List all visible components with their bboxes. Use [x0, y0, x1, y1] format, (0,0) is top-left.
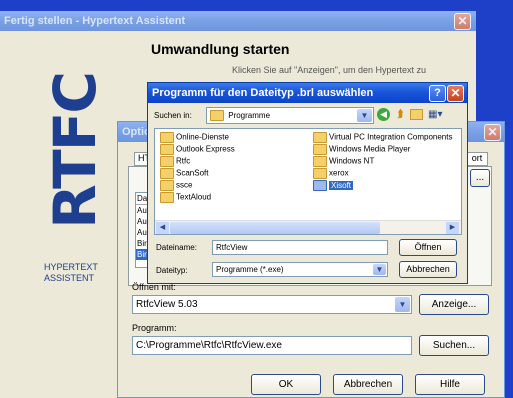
hint-text: Klicken Sie auf "Anzeigen", um den Hyper… — [232, 65, 426, 75]
up-folder-icon[interactable]: ⮭ — [394, 108, 407, 121]
folder-icon — [313, 180, 327, 191]
folder-icon — [313, 168, 327, 179]
folder-icon — [313, 156, 327, 167]
logo-text: RTFC — [41, 73, 109, 229]
list-item[interactable]: Windows NT — [313, 156, 374, 167]
ok-button[interactable]: OK — [251, 374, 321, 395]
list-item[interactable]: xerox — [313, 168, 349, 179]
scroll-right-icon[interactable]: ▶ — [446, 222, 459, 234]
filetype-value: Programme (*.exe) — [216, 265, 284, 274]
chevron-down-icon[interactable]: ▼ — [373, 264, 386, 275]
side-label-1: HYPERTEXT — [44, 262, 98, 272]
list-item[interactable]: ScanSoft — [160, 168, 208, 179]
horizontal-scrollbar[interactable]: ◀ ▶ — [155, 220, 461, 234]
search-button[interactable]: Suchen... — [419, 335, 489, 356]
folder-icon — [313, 132, 327, 143]
side-label-2: ASSISTENT — [44, 273, 95, 283]
page-title: Umwandlung starten — [151, 41, 290, 57]
file-dialog-title: Programm für den Dateityp .brl auswählen — [152, 87, 374, 99]
file-dialog-close-icon[interactable]: ✕ — [447, 85, 464, 102]
options-close-icon[interactable]: ✕ — [484, 124, 501, 141]
file-dialog-titlebar[interactable]: Programm für den Dateityp .brl auswählen — [148, 83, 467, 103]
folder-icon — [160, 192, 174, 203]
list-item[interactable]: Outlook Express — [160, 144, 235, 155]
show-button[interactable]: Anzeige... — [419, 294, 489, 315]
lookin-select[interactable]: Programme ▼ — [206, 107, 374, 124]
filename-field[interactable]: RtfcView — [212, 240, 388, 255]
back-icon[interactable]: ◀ — [377, 108, 390, 121]
folder-icon — [160, 132, 174, 143]
list-item[interactable]: Windows Media Player — [313, 144, 410, 155]
viewer-select-value: RtfcView 5.03 — [136, 299, 198, 310]
list-item[interactable]: ssce — [160, 180, 192, 191]
folder-icon — [210, 110, 224, 122]
folder-icon — [160, 144, 174, 155]
rtfc-logo: RTFC — [30, 73, 120, 229]
file-list[interactable]: Online-Dienste Outlook Express Rtfc Scan… — [154, 128, 462, 235]
folder-icon — [160, 156, 174, 167]
list-item[interactable]: Virtual PC Integration Components — [313, 132, 452, 143]
assistant-close-icon[interactable]: ✕ — [454, 13, 471, 30]
assistant-title: Fertig stellen - Hypertext Assistent — [4, 15, 186, 27]
folder-icon — [160, 180, 174, 191]
new-folder-icon[interactable] — [410, 109, 423, 120]
assistant-titlebar[interactable]: Fertig stellen - Hypertext Assistent — [0, 11, 476, 31]
cancel-button[interactable]: Abbrechen — [333, 374, 403, 395]
chevron-down-icon[interactable]: ▼ — [357, 109, 372, 122]
tab-export[interactable]: ort — [466, 152, 488, 166]
open-button[interactable]: Öffnen — [399, 239, 457, 256]
help-icon[interactable]: ? — [429, 85, 446, 102]
file-dialog: Programm für den Dateityp .brl auswählen… — [147, 82, 468, 284]
scroll-left-icon[interactable]: ◀ — [156, 222, 169, 234]
lookin-value: Programme — [228, 111, 271, 120]
viewer-select[interactable]: RtfcView 5.03 ▼ — [132, 295, 412, 314]
options-extra-button[interactable]: ... — [470, 169, 490, 187]
list-item-selected[interactable]: Xisoft — [313, 180, 354, 191]
chevron-down-icon[interactable]: ▼ — [395, 297, 410, 312]
filename-label: Dateiname: — [156, 243, 197, 252]
help-button[interactable]: Hilfe — [415, 374, 485, 395]
list-item[interactable]: Rtfc — [160, 156, 190, 167]
filetype-select[interactable]: Programme (*.exe) ▼ — [212, 262, 388, 277]
filetype-label: Dateityp: — [156, 266, 188, 275]
list-item[interactable]: TextAloud — [160, 192, 211, 203]
list-item[interactable]: Online-Dienste — [160, 132, 229, 143]
program-label: Programm: — [132, 323, 177, 333]
view-menu-icon[interactable]: ▦▾ — [428, 108, 448, 121]
folder-icon — [160, 168, 174, 179]
scroll-thumb[interactable] — [170, 222, 380, 234]
lookin-label: Suchen in: — [154, 111, 192, 120]
folder-icon — [313, 144, 327, 155]
program-path-field[interactable]: C:\Programme\Rtfc\RtfcView.exe — [132, 336, 412, 355]
dialog-cancel-button[interactable]: Abbrechen — [399, 261, 457, 278]
